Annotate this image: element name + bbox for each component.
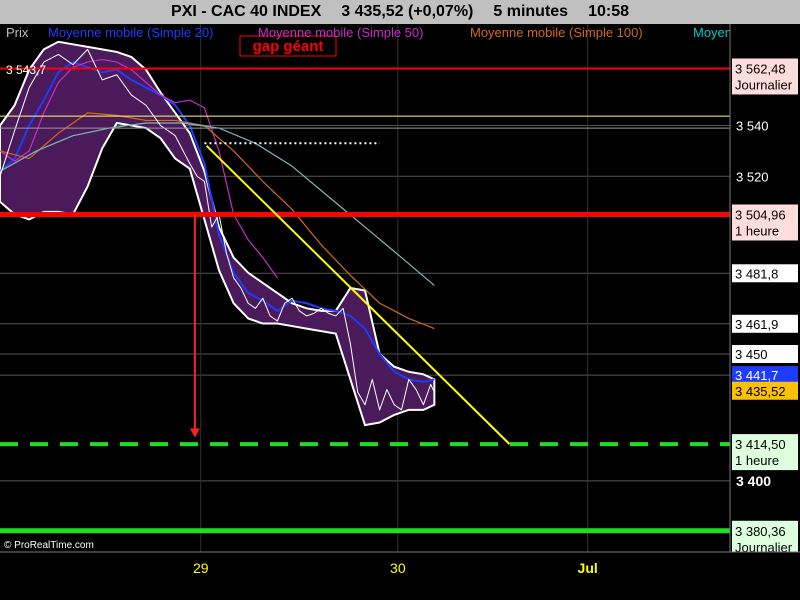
level-box-timeframe: 1 heure <box>735 453 779 468</box>
legend-item-ma100[interactable]: Moyenne mobile (Simple 100) <box>470 25 643 40</box>
y-tick-label: 3 540 <box>736 119 769 134</box>
chart-window: PXI - CAC 40 INDEX 3 435,52 (+0,07%) 5 m… <box>0 0 800 600</box>
x-tick-label: 30 <box>390 560 406 576</box>
level-box-value: 3 414,50 <box>735 437 786 452</box>
level-box-timeframe: 1 heure <box>735 223 779 238</box>
timeframe: 5 minutes <box>493 3 569 20</box>
last-price-change: 3 435,52 (+0,07%) <box>341 3 474 20</box>
top-left-value: 3 543,7 <box>6 63 46 77</box>
gap-label-text: gap géant <box>253 38 324 55</box>
copyright-text: © ProRealTime.com <box>4 540 94 551</box>
level-box-value: 3 380,36 <box>735 524 786 539</box>
level-box-value: 3 562,48 <box>735 61 786 76</box>
level-box-value: 3 504,96 <box>735 207 786 222</box>
price-chart[interactable]: gap géant 3 543,7 3 540 3 520 3 400 3 481,8 3… <box>0 24 800 600</box>
value-marker-label: 3 435,52 <box>735 384 786 399</box>
instrument-name: PXI - CAC 40 INDEX <box>171 3 322 20</box>
level-box-timeframe: Journalier <box>735 77 793 92</box>
title-bar: PXI - CAC 40 INDEX 3 435,52 (+0,07%) 5 m… <box>0 0 800 25</box>
value-marker-label: 3 441,7 <box>735 368 778 383</box>
x-tick-label: 29 <box>193 560 209 576</box>
value-marker-label: 3 450 <box>735 347 768 362</box>
legend-item-price[interactable]: Prix <box>6 25 29 40</box>
y-tick-label: 3 400 <box>736 473 771 489</box>
y-tick-label: 3 520 <box>736 169 769 184</box>
value-marker-label: 3 461,9 <box>735 317 778 332</box>
legend-item-ma50[interactable]: Moyenne mobile (Simple 50) <box>258 25 423 40</box>
legend-item-ma20[interactable]: Moyenne mobile (Simple 20) <box>48 25 213 40</box>
x-tick-label: Jul <box>578 560 598 576</box>
value-marker-label: 3 481,8 <box>735 266 778 281</box>
clock-time: 10:58 <box>588 3 629 20</box>
